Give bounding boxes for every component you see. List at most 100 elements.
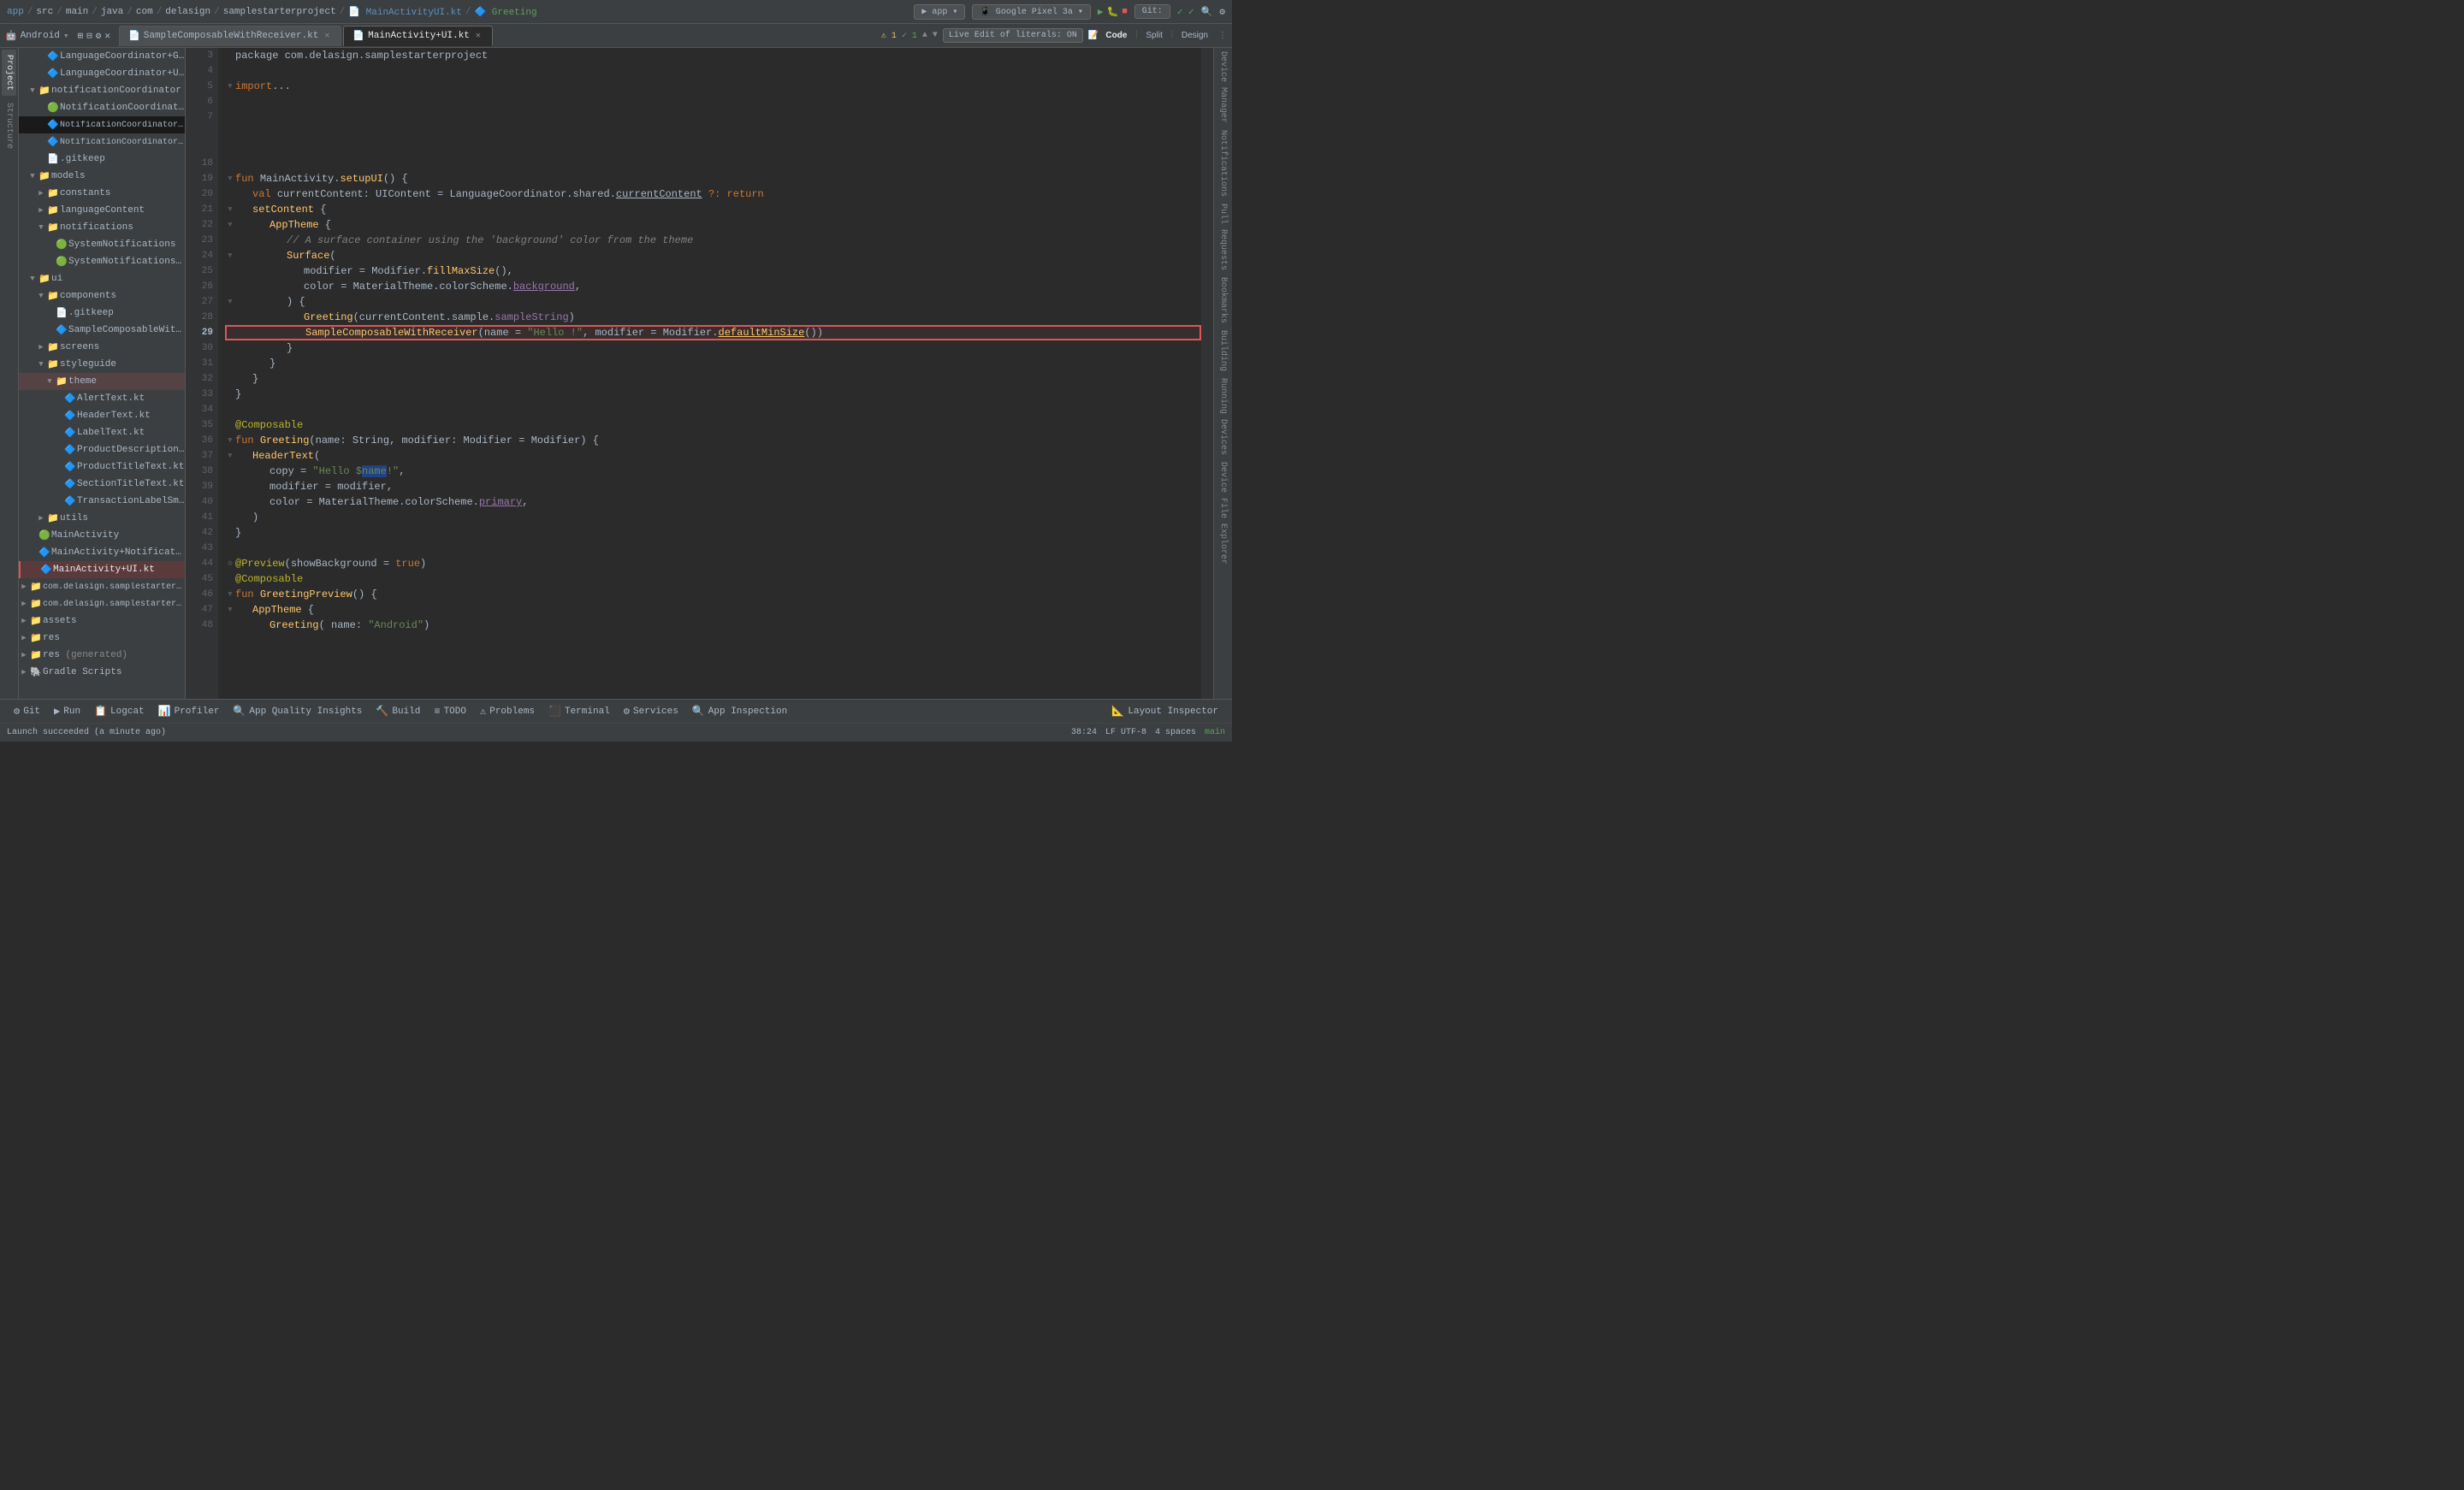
tool-app-inspection[interactable]: 🔍 App Inspection [685,700,794,724]
tree-item-gitkeep1[interactable]: 📄 .gitkeep [19,151,185,168]
breadcrumb-app[interactable]: app [7,7,24,17]
vtab-notifications[interactable]: Notifications [1217,127,1229,200]
code-line-44: ⚙ @Preview(showBackground = true) [225,556,1201,571]
tree-item-gitkeep2[interactable]: 📄 .gitkeep [19,305,185,322]
tree-item-proddesc[interactable]: 🔷 ProductDescriptionText.kt [19,441,185,458]
more-options-icon[interactable]: ⋮ [1218,31,1227,41]
tab-close-icon[interactable]: ✕ [322,31,332,41]
tab-close-active-icon[interactable]: ✕ [473,31,483,41]
device-btn[interactable]: 📱 Google Pixel 3a ▾ [972,4,1091,20]
settings-icon[interactable]: ⚙ [1219,6,1225,18]
tree-folder-screens[interactable]: ▶ 📁 screens [19,339,185,356]
tool-build[interactable]: 🔨 Build [369,700,427,724]
vtab-project[interactable]: Project [2,50,16,96]
vtab-running-devices[interactable]: Running Devices [1217,375,1229,458]
tool-todo[interactable]: ≡ TODO [427,700,473,724]
breadcrumb-src[interactable]: src [36,7,53,17]
tab-samplecomposable[interactable]: 📄 SampleComposableWithReceiver.kt ✕ [119,26,341,46]
tree-item-mainactivity[interactable]: 🟢 MainActivity [19,527,185,544]
breadcrumb-file[interactable]: 📄 MainActivityUI.kt [348,6,462,18]
git-btn[interactable]: Git: [1134,4,1170,19]
tool-run[interactable]: ▶ Run [47,700,87,724]
tree-item-notifcoord-int[interactable]: 🔷 NotificationCoordinator+InternalIntent… [19,133,185,151]
breadcrumb-java[interactable]: java [101,7,123,17]
tree-item-sysnotif[interactable]: 🟢 SystemNotifications [19,236,185,253]
tree-folder-styleguide[interactable]: ▼ 📁 styleguide [19,356,185,373]
tool-profiler[interactable]: 📊 Profiler [151,700,227,724]
tool-services[interactable]: ⚙ Services [617,700,685,724]
vtab-building[interactable]: Building [1217,327,1229,375]
tree-item-sysnotifext[interactable]: 🟢 SystemNotificationsExtras [19,253,185,270]
search-icon[interactable]: 🔍 [1201,6,1213,18]
tree-item-labeltext[interactable]: 🔷 LabelText.kt [19,424,185,441]
tree-item-langcoord-get[interactable]: 🔷 LanguageCoordinator+Get.kt [19,48,185,65]
tool-terminal[interactable]: ⬛ Terminal [542,700,617,724]
code-line-27: ▼ ) { [225,294,1201,310]
code-editor[interactable]: 3 4 5 6 7 18 19 20 21 22 23 24 25 26 27 … [186,48,1213,699]
tree-item-mainactivity-notif[interactable]: 🔷 MainActivity+Notifications.kt [19,544,185,561]
tree-folder-notifs[interactable]: ▼ 📁 notifications [19,219,185,236]
tree-item-notifcoord[interactable]: 🟢 NotificationCoordinator [19,99,185,116]
debug-icon[interactable]: 🐛 [1106,6,1118,18]
tree-folder-models[interactable]: ▼ 📁 models [19,168,185,185]
tool-layout-inspector[interactable]: 📐 Layout Inspector [1105,700,1225,724]
scrollbar-gutter[interactable] [1201,48,1213,699]
tree-folder-constants[interactable]: ▶ 📁 constants [19,185,185,202]
tree-folder-assets[interactable]: ▶ 📁 assets [19,612,185,630]
tree-folder-ui[interactable]: ▼ 📁 ui [19,270,185,287]
tree-folder-components[interactable]: ▼ 📁 components [19,287,185,305]
tree-item-sectiontitle[interactable]: 🔷 SectionTitleText.kt [19,476,185,493]
tree-folder-langcontent[interactable]: ▶ 📁 languageContent [19,202,185,219]
split-view-btn[interactable]: Split [1140,29,1167,42]
tree-item-notifcoord-ext[interactable]: 🔷 NotificationCoordinator+ExternalIntent… [19,116,185,133]
tree-item-alerttext[interactable]: 🔷 AlertText.kt [19,390,185,407]
tree-item-samplecomp[interactable]: 🔷 SampleComposableWithReceiver.kt [19,322,185,339]
tree-folder-test[interactable]: ▶ 📁 com.delasign.samplestarterproject (t… [19,595,185,612]
run-config-btn[interactable]: ▶ app ▾ [914,4,965,20]
close-tree-icon[interactable]: ✕ [104,30,110,42]
run-icon[interactable]: ▶ [1098,6,1104,18]
vtab-device-file-explorer[interactable]: Device File Explorer [1217,458,1229,568]
tool-app-quality[interactable]: 🔍 App Quality Insights [226,700,369,724]
tree-folder-res[interactable]: ▶ 📁 res [19,630,185,647]
tool-git[interactable]: ⚙ Git [7,700,47,724]
tree-folder-androidtest[interactable]: ▶ 📁 com.delasign.samplestarterproject (a… [19,578,185,595]
vtab-structure[interactable]: Structure [2,98,16,154]
status-encoding[interactable]: LF UTF-8 [1105,728,1146,737]
breadcrumb-greeting[interactable]: 🔷 Greeting [474,6,536,18]
tree-folder-gradle[interactable]: ▶ 🐘 Gradle Scripts [19,664,185,681]
tool-logcat[interactable]: 📋 Logcat [87,700,151,724]
tool-problems[interactable]: ⚠ Problems [473,700,542,724]
tree-item-headertext[interactable]: 🔷 HeaderText.kt [19,407,185,424]
file-tree[interactable]: 🔷 LanguageCoordinator+Get.kt 🔷 LanguageC… [19,48,186,699]
code-view-btn[interactable]: Code [1100,29,1132,42]
settings-tree-icon[interactable]: ⚙ [96,30,102,42]
kt-file-icon: 🟢 [38,529,51,541]
tree-item-prodtitle[interactable]: 🔷 ProductTitleText.kt [19,458,185,476]
design-view-btn[interactable]: Design [1176,29,1213,42]
vtab-device-manager[interactable]: Device Manager [1217,48,1229,127]
vtab-bookmarks[interactable]: Bookmarks [1217,274,1229,327]
tree-folder-theme[interactable]: ▼ 📁 theme [19,373,185,390]
nav-up-icon[interactable]: ▲ [922,31,927,40]
breadcrumb-main[interactable]: main [66,7,88,17]
tab-mainactivity-ui[interactable]: 📄 MainActivity+UI.kt ✕ [343,26,493,46]
tree-item-langcoord-update[interactable]: 🔷 LanguageCoordinator+Update.kt [19,65,185,82]
status-indent[interactable]: 4 spaces [1155,728,1196,737]
breadcrumb-delasign[interactable]: delasign [165,7,210,17]
vtab-pull-requests[interactable]: Pull Requests [1217,200,1229,274]
project-tree-icon[interactable]: ⊞ [78,30,84,42]
tree-item-transactionlabel[interactable]: 🔷 TransactionLabelSmallText.kt [19,493,185,510]
status-git-branch[interactable]: main [1205,728,1225,737]
status-position[interactable]: 38:24 [1071,728,1097,737]
tree-folder-notif[interactable]: ▼ 📁 notificationCoordinator [19,82,185,99]
breadcrumb-com[interactable]: com [136,7,153,17]
stop-icon[interactable]: ■ [1122,7,1128,17]
live-edit-toggle[interactable]: Live Edit of literals: ON [943,28,1083,43]
tree-folder-utils[interactable]: ▶ 📁 utils [19,510,185,527]
breadcrumb-project[interactable]: samplestarterproject [223,7,336,17]
collapse-icon[interactable]: ⊟ [86,30,92,42]
tree-folder-resgen[interactable]: ▶ 📁 res (generated) [19,647,185,664]
tree-item-mainactivity-ui[interactable]: 🔷 MainActivity+UI.kt [19,561,185,578]
nav-down-icon[interactable]: ▼ [933,31,938,40]
